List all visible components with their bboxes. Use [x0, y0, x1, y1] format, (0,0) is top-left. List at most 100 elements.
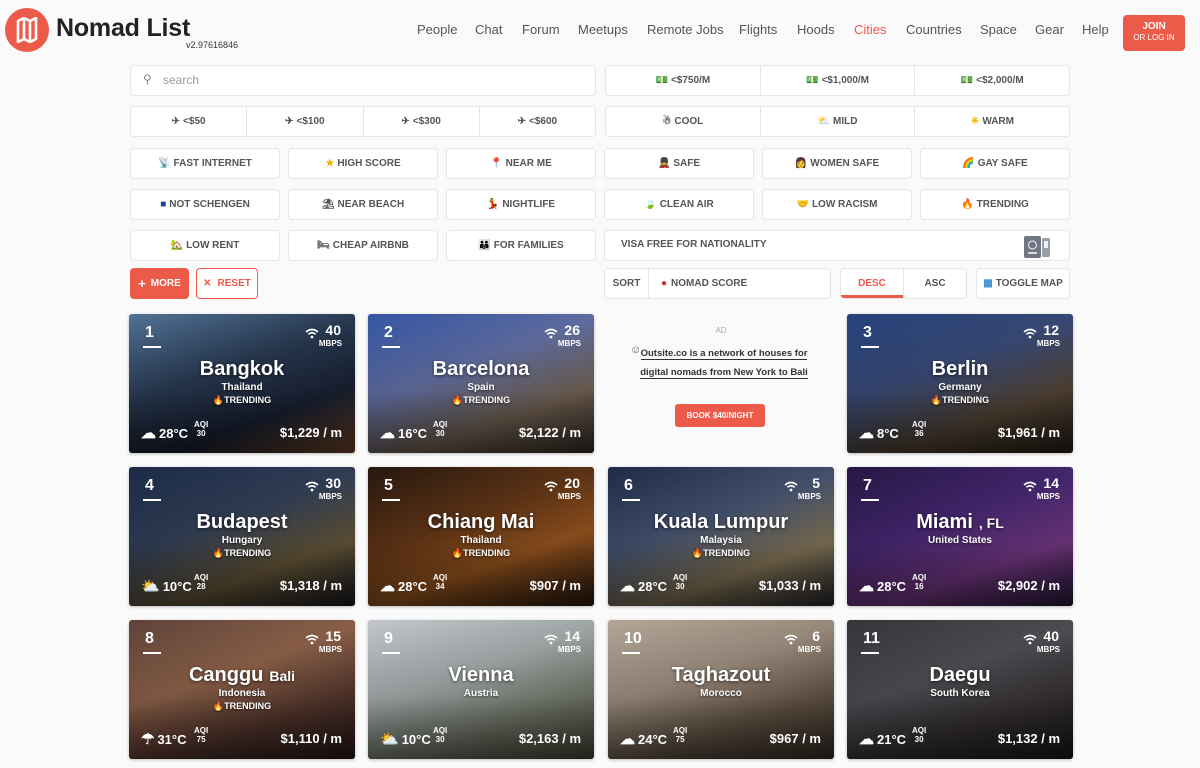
city-card[interactable]: 4 30 MBPS Budapest Hungary 🔥TRENDING ⛅ 10°C AQI 2… — [129, 467, 355, 606]
weather: ☁ 28°C — [859, 577, 906, 595]
nav-chat[interactable]: Chat — [475, 22, 502, 37]
wifi-icon — [544, 481, 558, 492]
city-card[interactable]: 3 12 MBPS Berlin Germany 🔥TRENDING ☁ 8°C AQI 36 $1… — [847, 314, 1073, 453]
filter-cheap-airbnb[interactable]: 🛏 CHEAP AIRBNB — [288, 230, 438, 261]
filter-mild[interactable]: ⛅ MILD — [761, 107, 916, 136]
filter-label: COOL — [674, 116, 704, 127]
eu-flag-icon: ■ — [160, 199, 167, 210]
city-card[interactable]: 9 14 MBPS Vienna Austria ⛅ 10°C AQI 30 $2,163 / m — [368, 620, 594, 759]
filter-label: NIGHTLIFE — [502, 199, 556, 210]
weather: ☁ 28°C — [620, 577, 667, 595]
filter-high-score[interactable]: ★ HIGH SCORE — [288, 148, 438, 179]
filter-trending[interactable]: 🔥 TRENDING — [920, 189, 1070, 220]
nav-space[interactable]: Space — [980, 22, 1017, 37]
aqi-badge: AQI 30 — [433, 420, 448, 438]
ad-book-button[interactable]: BOOK $40/NIGHT — [675, 404, 765, 427]
nav-flights[interactable]: Flights — [739, 22, 777, 37]
toggle-map-label: TOGGLE MAP — [995, 278, 1063, 289]
nav-meetups[interactable]: Meetups — [578, 22, 628, 37]
sort-label: SORT — [605, 269, 649, 298]
filter-cool[interactable]: ☃ COOL — [606, 107, 761, 136]
visa-free-filter[interactable]: VISA FREE FOR NATIONALITY — [604, 230, 1070, 261]
filter-flight-600[interactable]: ✈ <$600 — [480, 107, 595, 136]
speed-unit: MBPS — [797, 645, 821, 654]
reset-button[interactable]: ✕ RESET — [196, 268, 258, 299]
money-icon: 💵 — [655, 75, 668, 86]
cost-of-living: $2,163 / m — [518, 731, 581, 746]
city-card[interactable]: 10 6 MBPS Taghazout Morocco ☁ 24°C AQI 75 $967 / … — [608, 620, 834, 759]
ad-text[interactable]: Outsite.co is a network of houses for di… — [632, 344, 816, 382]
filter-low-rent[interactable]: 🏡 LOW RENT — [130, 230, 280, 261]
nav-help[interactable]: Help — [1082, 22, 1109, 37]
speed-unit: MBPS — [557, 645, 581, 654]
rainbow-icon: 🌈 — [962, 158, 975, 169]
nav-hoods[interactable]: Hoods — [797, 22, 835, 37]
filter-budget-2000[interactable]: 💵 <$2,000/m — [915, 66, 1069, 95]
filter-budget-1000[interactable]: 💵 <$1,000/m — [761, 66, 916, 95]
filter-flight-100[interactable]: ✈ <$100 — [247, 107, 364, 136]
filter-clean-air[interactable]: 🍃 CLEAN AIR — [604, 189, 754, 220]
city-card[interactable]: 7 14 MBPS Miami , FL United States ☁ 28°C AQI 16 $… — [847, 467, 1073, 606]
filter-not-schengen[interactable]: ■ NOT SCHENGEN — [130, 189, 280, 220]
climate-filter-group: ☃ COOL ⛅ MILD ☀ WARM — [605, 106, 1070, 137]
filter-warm[interactable]: ☀ WARM — [915, 107, 1069, 136]
filter-safe[interactable]: 💂 SAFE — [604, 148, 754, 179]
filter-women-safe[interactable]: 👩 WOMEN SAFE — [762, 148, 912, 179]
nav-cities[interactable]: Cities — [854, 22, 887, 37]
sort-asc-button[interactable]: ASC — [904, 269, 966, 298]
toggle-map-button[interactable]: ▦ TOGGLE MAP — [976, 268, 1070, 299]
filter-flight-300[interactable]: ✈ <$300 — [364, 107, 480, 136]
filter-near-me[interactable]: 📍 NEAR ME — [446, 148, 596, 179]
nomadlist-logo-icon[interactable] — [5, 8, 49, 52]
city-rank: 4 — [145, 477, 154, 494]
city-name-label: Canggu — [188, 664, 264, 686]
rank-underline — [861, 652, 879, 654]
filter-flight-50[interactable]: ✈ <$50 — [131, 107, 248, 136]
city-card[interactable]: 11 40 MBPS Daegu South Korea ☁ 21°C AQI 30 $1,132… — [847, 620, 1073, 759]
speed-unit: MBPS — [1036, 645, 1060, 654]
city-region-label: Bali — [269, 668, 296, 684]
city-card[interactable]: 1 40 MBPS Bangkok Thailand 🔥TRENDING ☁ 28°C AQI 3… — [129, 314, 355, 453]
filter-gay-safe[interactable]: 🌈 GAY SAFE — [920, 148, 1070, 179]
filter-fast-internet[interactable]: 📡 FAST INTERNET — [130, 148, 280, 179]
search-input[interactable] — [163, 70, 583, 90]
trending-badge: 🔥TRENDING — [129, 701, 355, 712]
weather: ☁ 8°C — [859, 424, 899, 442]
filter-label: GAY SAFE — [977, 158, 1028, 169]
filter-label: NOT SCHENGEN — [169, 199, 250, 210]
map-icon: ▦ — [983, 278, 993, 289]
temperature: 28°C — [159, 426, 189, 441]
trending-label: TRENDING — [463, 548, 511, 558]
join-button[interactable]: JOIN OR LOG IN — [1123, 15, 1185, 51]
temperature: 10°C — [401, 732, 431, 747]
sort-select[interactable]: SORT ● NOMAD SCORE — [604, 268, 831, 299]
internet-speed: 15 — [325, 628, 341, 644]
city-card[interactable]: 5 20 MBPS Chiang Mai Thailand 🔥TRENDING ☁ 28°C A… — [368, 467, 594, 606]
aqi-badge: AQI 28 — [194, 573, 209, 591]
nav-people[interactable]: People — [417, 22, 457, 37]
city-card[interactable]: 8 15 MBPS Canggu Bali Indonesia 🔥TRENDING ☂ 31°C… — [129, 620, 355, 759]
nav-remote-jobs[interactable]: Remote Jobs — [647, 22, 724, 37]
city-country: Spain — [467, 382, 495, 393]
sort-desc-button[interactable]: DESC — [841, 269, 904, 298]
filter-near-beach[interactable]: ⛱ NEAR BEACH — [288, 189, 438, 220]
city-rank: 2 — [384, 324, 393, 341]
trending-badge: 🔥TRENDING — [368, 395, 594, 406]
filter-low-racism[interactable]: 🤝 LOW RACISM — [762, 189, 912, 220]
city-name: Barcelona — [368, 358, 594, 381]
nav-gear[interactable]: Gear — [1035, 22, 1064, 37]
filter-budget-750[interactable]: 💵 <$750/m — [606, 66, 761, 95]
nav-countries[interactable]: Countries — [906, 22, 962, 37]
filter-nightlife[interactable]: 💃 NIGHTLIFE — [446, 189, 596, 220]
more-button[interactable]: + MORE — [130, 268, 189, 299]
nav-forum[interactable]: Forum — [522, 22, 560, 37]
aqi-badge: AQI 30 — [194, 420, 209, 438]
weather: ☁ 16°C — [380, 424, 427, 442]
city-card[interactable]: 6 5 MBPS Kuala Lumpur Malaysia 🔥TRENDING ☁ 28°C… — [608, 467, 834, 606]
filter-for-families[interactable]: 👪 FOR FAMILIES — [446, 230, 596, 261]
app-title[interactable]: Nomad List — [56, 14, 190, 43]
city-card[interactable]: 2 26 MBPS Barcelona Spain 🔥TRENDING ☁ 16°C AQI 30… — [368, 314, 594, 453]
speed-unit: MBPS — [318, 339, 342, 348]
cloud-icon: ☁ — [380, 425, 395, 442]
join-label: JOIN — [1142, 21, 1166, 32]
